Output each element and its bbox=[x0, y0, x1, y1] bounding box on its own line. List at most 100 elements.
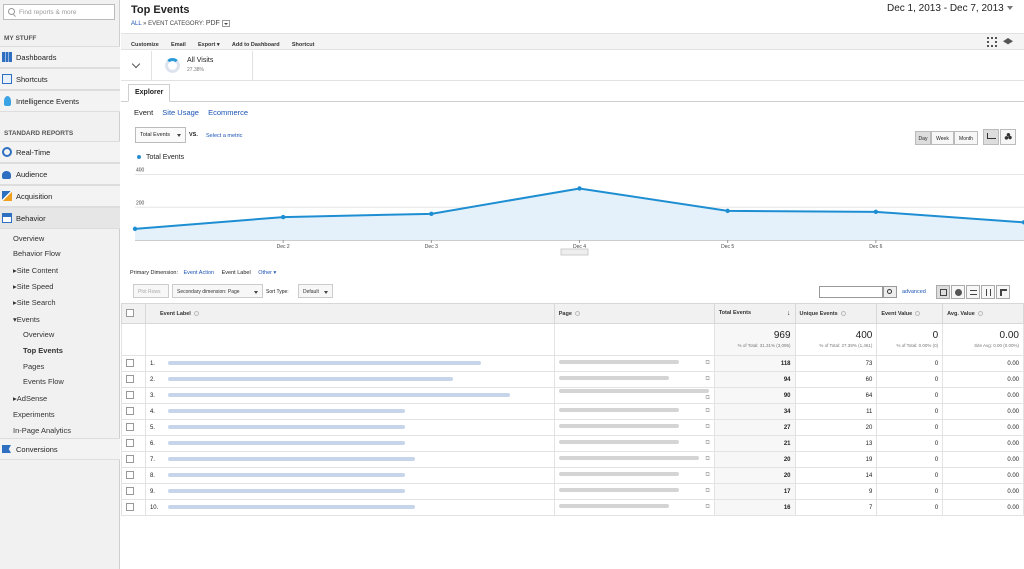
sidebar-item-acquisition[interactable]: Acquisition bbox=[0, 185, 120, 207]
sidebar-item-audience[interactable]: Audience bbox=[0, 163, 120, 185]
event-label-link[interactable] bbox=[167, 456, 415, 461]
col-event-value[interactable]: Event Value bbox=[876, 303, 944, 324]
dimension-other[interactable]: Other ▾ bbox=[258, 270, 276, 276]
motion-chart-toggle[interactable] bbox=[1000, 129, 1016, 145]
sidebar-events-flow[interactable]: Events Flow bbox=[23, 377, 64, 386]
event-label-link[interactable] bbox=[167, 392, 510, 397]
sidebar-item-realtime[interactable]: Real-Time bbox=[0, 141, 120, 163]
col-avg-value[interactable]: Avg. Value bbox=[942, 303, 1024, 324]
page-link[interactable] bbox=[558, 504, 669, 509]
sort-desc-icon[interactable]: ↓ bbox=[787, 310, 791, 317]
event-label-link[interactable] bbox=[167, 376, 453, 381]
table-search-input[interactable] bbox=[819, 286, 883, 298]
open-page-icon[interactable]: ⧉ bbox=[705, 472, 709, 479]
event-label-link[interactable] bbox=[167, 440, 406, 445]
sidebar-sub-site-search[interactable]: ▸Site Search bbox=[13, 298, 56, 307]
row-checkbox[interactable] bbox=[126, 422, 134, 431]
col-total-events[interactable]: Total Events ↓ bbox=[713, 303, 796, 324]
row-checkbox[interactable] bbox=[126, 406, 134, 415]
row-select-cell[interactable] bbox=[121, 419, 146, 436]
row-checkbox[interactable] bbox=[126, 454, 134, 463]
event-label-link[interactable] bbox=[167, 408, 406, 413]
help-icon[interactable] bbox=[193, 310, 199, 316]
page-link[interactable] bbox=[558, 376, 669, 381]
subtab-event[interactable]: Event bbox=[134, 108, 153, 117]
data-point[interactable] bbox=[577, 186, 582, 191]
table-view-data-button[interactable] bbox=[936, 285, 950, 299]
table-view-comparison-button[interactable] bbox=[981, 285, 995, 299]
sidebar-sub-site-content[interactable]: ▸Site Content bbox=[13, 266, 58, 275]
open-page-icon[interactable]: ⧉ bbox=[705, 408, 709, 415]
page-link[interactable] bbox=[558, 488, 679, 493]
table-view-pivot-button[interactable] bbox=[996, 285, 1010, 299]
open-page-icon[interactable]: ⧉ bbox=[705, 395, 709, 402]
add-to-dashboard-button[interactable]: Add to Dashboard bbox=[232, 42, 280, 48]
help-icon[interactable] bbox=[840, 310, 846, 316]
event-label-link[interactable] bbox=[167, 360, 482, 365]
sidebar-events-overview[interactable]: Overview bbox=[23, 330, 54, 339]
page-link[interactable] bbox=[558, 424, 679, 429]
row-checkbox[interactable] bbox=[126, 470, 134, 479]
metric-select[interactable]: Total Events bbox=[135, 127, 186, 143]
row-checkbox[interactable] bbox=[126, 390, 134, 399]
open-page-icon[interactable]: ⧉ bbox=[705, 360, 709, 367]
plot-rows-button[interactable]: Plot Rows bbox=[133, 284, 169, 298]
sidebar-item-shortcuts[interactable]: Shortcuts bbox=[0, 68, 120, 90]
data-point[interactable] bbox=[132, 226, 138, 232]
table-search-button[interactable] bbox=[883, 286, 897, 298]
subtab-site-usage[interactable]: Site Usage bbox=[162, 108, 199, 117]
row-checkbox[interactable] bbox=[126, 374, 134, 383]
row-select-cell[interactable] bbox=[121, 387, 146, 404]
table-view-performance-button[interactable] bbox=[966, 285, 980, 299]
sort-type-select[interactable]: Default bbox=[298, 284, 333, 298]
sidebar-sub-adsense[interactable]: ▸AdSense bbox=[13, 394, 47, 403]
qr-code-icon[interactable] bbox=[987, 37, 997, 47]
sidebar-sub-site-speed[interactable]: ▸Site Speed bbox=[13, 282, 53, 291]
dimension-event-label[interactable]: Event Label bbox=[222, 270, 251, 276]
col-page[interactable]: Page bbox=[553, 303, 715, 324]
open-page-icon[interactable]: ⧉ bbox=[705, 376, 709, 383]
data-point[interactable] bbox=[725, 208, 730, 214]
education-icon[interactable] bbox=[1003, 38, 1013, 45]
sidebar-sub-overview[interactable]: Overview bbox=[13, 234, 44, 243]
table-view-pie-button[interactable] bbox=[951, 285, 965, 299]
export-button[interactable]: Export ▾ bbox=[198, 42, 220, 48]
col-unique-events[interactable]: Unique Events bbox=[794, 303, 878, 324]
breadcrumb-all[interactable]: ALL bbox=[131, 21, 141, 27]
row-select-cell[interactable] bbox=[121, 483, 146, 500]
row-select-cell[interactable] bbox=[121, 403, 146, 420]
sidebar-sub-events[interactable]: ▾Events bbox=[13, 315, 40, 324]
sidebar-item-intelligence-events[interactable]: Intelligence Events bbox=[0, 90, 120, 112]
date-range-picker[interactable]: Dec 1, 2013 - Dec 7, 2013 bbox=[887, 3, 1013, 14]
sidebar-item-conversions[interactable]: Conversions bbox=[0, 438, 120, 460]
granularity-day-button[interactable]: Day bbox=[915, 131, 931, 145]
row-select-cell[interactable] bbox=[121, 355, 146, 372]
help-icon[interactable] bbox=[574, 310, 580, 316]
event-label-link[interactable] bbox=[167, 504, 415, 509]
row-select-cell[interactable] bbox=[121, 435, 146, 452]
dimension-event-action[interactable]: Event Action bbox=[184, 270, 215, 276]
secondary-dimension-select[interactable]: Secondary dimension: Page bbox=[172, 284, 263, 298]
open-page-icon[interactable]: ⧉ bbox=[705, 424, 709, 431]
advanced-filter-link[interactable]: advanced bbox=[902, 289, 926, 295]
open-page-icon[interactable]: ⧉ bbox=[705, 488, 709, 495]
breadcrumb-dropdown-icon[interactable] bbox=[221, 20, 230, 27]
data-point[interactable] bbox=[280, 214, 286, 220]
report-search-input[interactable]: Find reports & more bbox=[3, 4, 115, 20]
sidebar-events-pages[interactable]: Pages bbox=[23, 362, 44, 371]
shortcut-button[interactable]: Shortcut bbox=[292, 42, 315, 48]
page-link[interactable] bbox=[558, 389, 709, 394]
help-icon[interactable] bbox=[977, 310, 983, 316]
granularity-week-button[interactable]: Week bbox=[931, 131, 954, 145]
subtab-ecommerce[interactable]: Ecommerce bbox=[208, 108, 248, 117]
select-metric-link[interactable]: Select a metric bbox=[206, 133, 242, 139]
page-link[interactable] bbox=[558, 360, 679, 365]
tab-explorer[interactable]: Explorer bbox=[128, 84, 170, 102]
page-link[interactable] bbox=[558, 440, 679, 445]
event-label-link[interactable] bbox=[167, 472, 406, 477]
segment-all-visits[interactable]: All Visits 27.38% bbox=[151, 51, 253, 81]
sidebar-item-dashboards[interactable]: Dashboards bbox=[0, 46, 120, 68]
event-label-link[interactable] bbox=[167, 488, 406, 493]
event-label-link[interactable] bbox=[167, 424, 406, 429]
data-point[interactable] bbox=[873, 209, 879, 215]
